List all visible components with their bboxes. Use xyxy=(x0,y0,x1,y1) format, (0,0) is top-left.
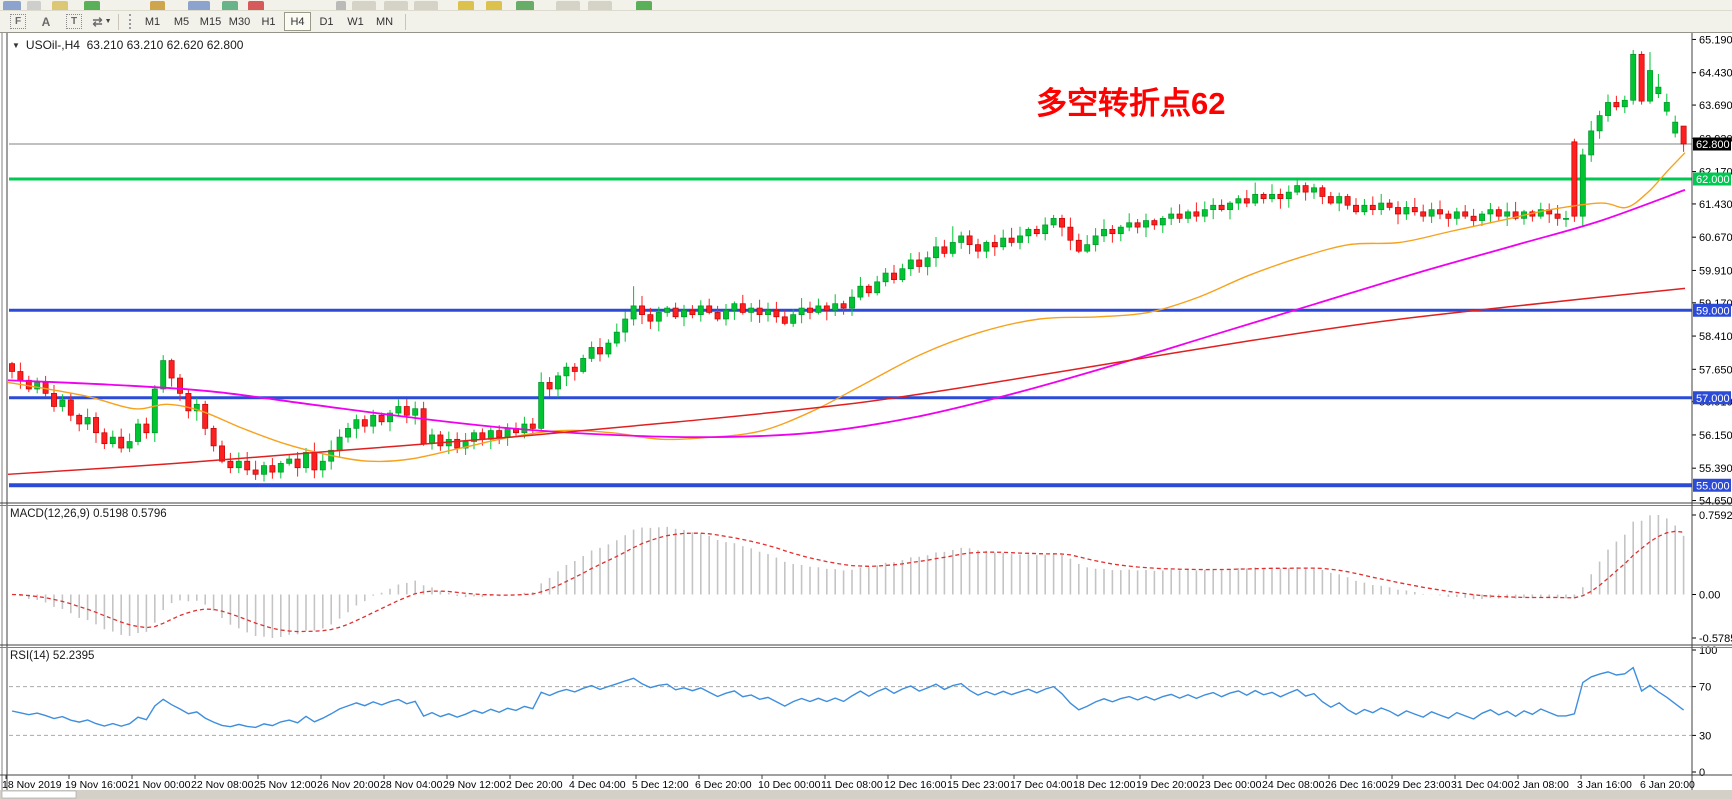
svg-text:4 Dec 04:00: 4 Dec 04:00 xyxy=(569,779,626,791)
svg-text:64.430: 64.430 xyxy=(1699,68,1732,80)
svg-text:6 Dec 20:00: 6 Dec 20:00 xyxy=(695,779,752,791)
svg-text:55.000: 55.000 xyxy=(1696,480,1730,492)
svg-text:2 Dec 20:00: 2 Dec 20:00 xyxy=(506,779,563,791)
svg-text:31 Dec 04:00: 31 Dec 04:00 xyxy=(1451,779,1514,791)
svg-text:24 Dec 08:00: 24 Dec 08:00 xyxy=(1262,779,1325,791)
svg-text:12 Dec 16:00: 12 Dec 16:00 xyxy=(884,779,947,791)
rsi-indicator-label: RSI(14) 52.2395 xyxy=(10,650,94,662)
svg-text:19 Nov 16:00: 19 Nov 16:00 xyxy=(65,779,128,791)
svg-text:-0.5785: -0.5785 xyxy=(1699,633,1732,645)
tab-timeframe-m15[interactable]: M15 xyxy=(197,12,224,31)
svg-text:57.650: 57.650 xyxy=(1699,364,1732,376)
clipped-window2-icon[interactable] xyxy=(588,1,612,11)
clipped-zoom-icon[interactable] xyxy=(52,1,68,11)
timeframe-button-group: M1M5M15M30H1H4D1W1MN xyxy=(138,12,399,31)
clipped-stop-icon[interactable] xyxy=(248,1,264,11)
metatrader-window: 65.19064.43063.69062.93062.17061.43060.6… xyxy=(0,0,1732,799)
svg-text:0: 0 xyxy=(1699,767,1705,779)
svg-text:100: 100 xyxy=(1699,645,1717,657)
svg-text:10 Dec 00:00: 10 Dec 00:00 xyxy=(758,779,821,791)
arrows-tool-icon[interactable]: ⇄ ▼ xyxy=(92,14,112,30)
tab-timeframe-d1[interactable]: D1 xyxy=(313,12,340,31)
svg-text:19 Dec 20:00: 19 Dec 20:00 xyxy=(1136,779,1199,791)
tools-and-timeframe-toolbar: F A T ⇄ ▼ M1M5M15M30H1H4D1W1MN xyxy=(0,11,1732,33)
clipped-main-toolbar xyxy=(0,0,1732,11)
svg-text:3 Jan 16:00: 3 Jan 16:00 xyxy=(1577,779,1632,791)
clipped-grid-icon[interactable] xyxy=(516,1,534,11)
svg-text:57.000: 57.000 xyxy=(1696,393,1730,405)
svg-text:23 Dec 00:00: 23 Dec 00:00 xyxy=(1199,779,1262,791)
tab-timeframe-h4[interactable]: H4 xyxy=(284,12,311,31)
svg-text:28 Nov 04:00: 28 Nov 04:00 xyxy=(380,779,443,791)
tab-timeframe-h1[interactable]: H1 xyxy=(255,12,282,31)
chart-canvas[interactable]: 65.19064.43063.69062.93062.17061.43060.6… xyxy=(0,0,1732,799)
clipped-tester-icon[interactable] xyxy=(222,1,238,11)
svg-text:0.00: 0.00 xyxy=(1699,590,1720,602)
svg-text:17 Dec 04:00: 17 Dec 04:00 xyxy=(1010,779,1073,791)
svg-text:18 Nov 2019: 18 Nov 2019 xyxy=(2,779,62,791)
arrows-glyph: ⇄ xyxy=(93,15,103,29)
clipped-zoom-out-icon[interactable] xyxy=(486,1,502,11)
toolbar-separator xyxy=(405,14,406,30)
clipped-candle-chart-icon[interactable] xyxy=(384,1,408,11)
svg-text:62.800: 62.800 xyxy=(1696,139,1730,151)
toolbar-separator xyxy=(118,14,119,30)
chart-text-annotation[interactable]: 多空转折点62 xyxy=(1036,78,1225,123)
svg-text:59.910: 59.910 xyxy=(1699,265,1732,277)
svg-text:18 Dec 12:00: 18 Dec 12:00 xyxy=(1073,779,1136,791)
symbol-ohlc-text: USOil-,H4 63.210 63.210 62.620 62.800 xyxy=(26,38,244,52)
svg-text:2 Jan 08:00: 2 Jan 08:00 xyxy=(1514,779,1569,791)
tab-timeframe-m30[interactable]: M30 xyxy=(226,12,253,31)
svg-text:29 Dec 23:00: 29 Dec 23:00 xyxy=(1388,779,1451,791)
chart-symbol-header[interactable]: ▼ USOil-,H4 63.210 63.210 62.620 62.800 xyxy=(12,38,243,52)
tab-timeframe-m5[interactable]: M5 xyxy=(168,12,195,31)
crosshair-tool-icon[interactable]: F xyxy=(8,14,28,30)
svg-text:26 Dec 16:00: 26 Dec 16:00 xyxy=(1325,779,1388,791)
clipped-add-indicator-icon[interactable] xyxy=(636,1,652,11)
svg-text:15 Dec 23:00: 15 Dec 23:00 xyxy=(947,779,1010,791)
svg-text:25 Nov 12:00: 25 Nov 12:00 xyxy=(254,779,317,791)
text-label-tool-icon[interactable]: A xyxy=(36,14,56,30)
macd-indicator-label: MACD(12,26,9) 0.5198 0.5796 xyxy=(10,508,167,520)
svg-text:61.430: 61.430 xyxy=(1699,199,1732,211)
svg-text:22 Nov 08:00: 22 Nov 08:00 xyxy=(191,779,254,791)
svg-text:11 Dec 08:00: 11 Dec 08:00 xyxy=(821,779,883,791)
svg-text:6 Jan 20:00: 6 Jan 20:00 xyxy=(1640,779,1695,791)
clipped-new-order-icon[interactable] xyxy=(84,1,100,11)
clipped-profile-icon[interactable] xyxy=(27,1,41,11)
clipped-line-chart-icon[interactable] xyxy=(414,1,438,11)
svg-text:63.690: 63.690 xyxy=(1699,100,1732,112)
clipped-terminal-icon[interactable] xyxy=(188,1,210,11)
svg-text:60.670: 60.670 xyxy=(1699,232,1732,244)
svg-text:21 Nov 00:00: 21 Nov 00:00 xyxy=(128,779,191,791)
clipped-zoom-in-icon[interactable] xyxy=(458,1,474,11)
svg-text:59.000: 59.000 xyxy=(1696,305,1730,317)
toolbar-drag-handle[interactable] xyxy=(129,14,134,29)
tab-timeframe-m1[interactable]: M1 xyxy=(139,12,166,31)
tab-timeframe-w1[interactable]: W1 xyxy=(342,12,369,31)
svg-text:58.410: 58.410 xyxy=(1699,331,1732,343)
clipped-separator-icon[interactable] xyxy=(336,1,346,11)
clipped-bar-chart-icon[interactable] xyxy=(352,1,376,11)
clipped-autotrade-icon[interactable] xyxy=(150,1,165,11)
clipped-window-icon[interactable] xyxy=(556,1,580,11)
svg-text:0.7592: 0.7592 xyxy=(1699,510,1732,522)
svg-text:5 Dec 12:00: 5 Dec 12:00 xyxy=(632,779,689,791)
svg-text:65.190: 65.190 xyxy=(1699,34,1732,46)
symbol-dropdown-icon[interactable]: ▼ xyxy=(12,41,20,50)
tab-timeframe-mn[interactable]: MN xyxy=(371,12,398,31)
clipped-chart-window-icon[interactable] xyxy=(3,1,21,11)
svg-text:26 Nov 20:00: 26 Nov 20:00 xyxy=(317,779,380,791)
svg-text:70: 70 xyxy=(1699,682,1711,694)
svg-text:30: 30 xyxy=(1699,730,1711,742)
svg-text:55.390: 55.390 xyxy=(1699,463,1732,475)
text-box-tool-icon[interactable]: T xyxy=(64,14,84,30)
svg-text:56.150: 56.150 xyxy=(1699,430,1732,442)
chevron-down-icon[interactable]: ▼ xyxy=(105,18,112,25)
svg-text:62.000: 62.000 xyxy=(1696,174,1730,186)
svg-text:29 Nov 12:00: 29 Nov 12:00 xyxy=(443,779,506,791)
